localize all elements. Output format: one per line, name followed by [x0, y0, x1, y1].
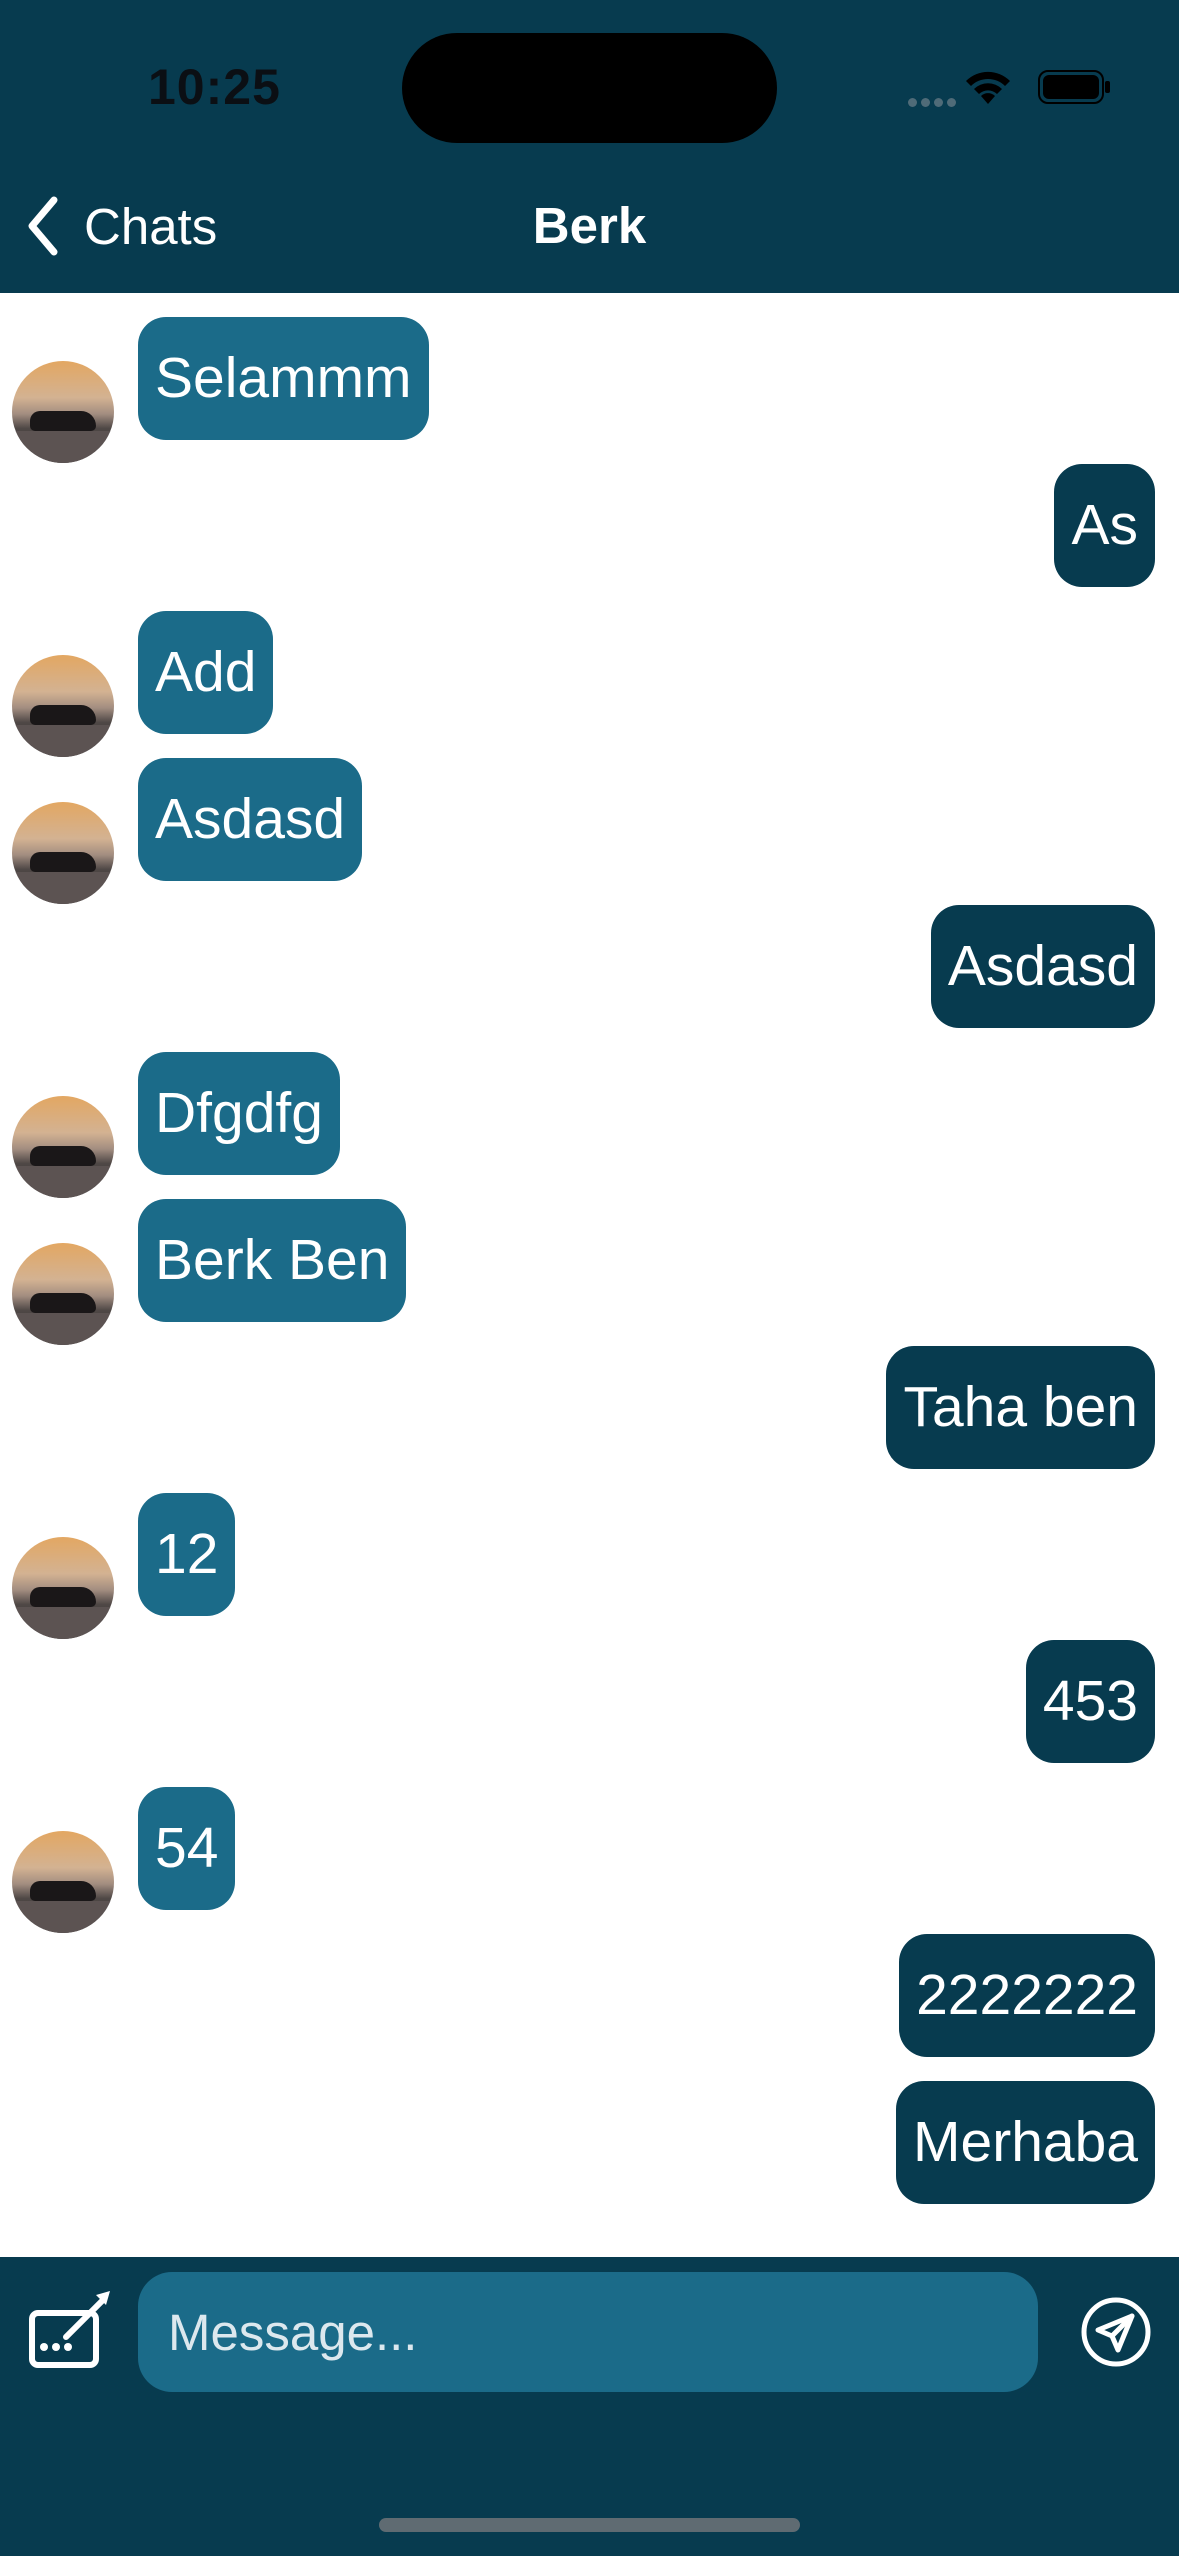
battery-icon — [1038, 70, 1110, 104]
message-row: Asdasd — [0, 881, 1179, 1028]
compose-icon[interactable] — [26, 2289, 114, 2373]
status-icons — [908, 66, 1110, 110]
message-list[interactable]: Selammm As Add Asdasd Asdasd Dfgdfg Berk… — [0, 293, 1179, 2257]
message-row: Selammm — [0, 293, 1179, 463]
send-icon[interactable] — [1080, 2296, 1152, 2368]
incoming-message-bubble[interactable]: Asdasd — [138, 758, 363, 881]
status-time: 10:25 — [148, 59, 281, 115]
message-row: 453 — [0, 1616, 1179, 1763]
incoming-message-bubble[interactable]: Berk Ben — [138, 1199, 407, 1322]
outgoing-message-bubble[interactable]: 2222222 — [899, 1934, 1155, 2057]
message-row: 2222222 — [0, 1910, 1179, 2057]
composer-bar — [0, 2257, 1179, 2556]
message-row: Berk Ben — [0, 1175, 1179, 1345]
incoming-message-bubble[interactable]: Selammm — [138, 317, 429, 440]
dynamic-island — [402, 33, 777, 143]
message-row: Add — [0, 587, 1179, 757]
message-row: 54 — [0, 1763, 1179, 1933]
incoming-message-bubble[interactable]: Add — [138, 611, 274, 734]
incoming-message-bubble[interactable]: 54 — [138, 1787, 236, 1910]
top-bar: 10:25 Chats Berk — [0, 0, 1179, 293]
message-row: As — [0, 440, 1179, 587]
outgoing-message-bubble[interactable]: Taha ben — [886, 1346, 1155, 1469]
message-row: Taha ben — [0, 1322, 1179, 1469]
message-input[interactable] — [138, 2272, 1038, 2392]
message-row: Merhaba — [0, 2057, 1179, 2204]
outgoing-message-bubble[interactable]: As — [1054, 464, 1155, 587]
outgoing-message-bubble[interactable]: Merhaba — [896, 2081, 1155, 2204]
incoming-message-bubble[interactable]: 12 — [138, 1493, 236, 1616]
incoming-message-bubble[interactable]: Dfgdfg — [138, 1052, 340, 1175]
outgoing-message-bubble[interactable]: 453 — [1025, 1640, 1155, 1763]
chat-title: Berk — [532, 197, 647, 254]
outgoing-message-bubble[interactable]: Asdasd — [930, 905, 1155, 1028]
message-row: Dfgdfg — [0, 1028, 1179, 1198]
home-indicator — [379, 2518, 800, 2532]
wifi-icon — [966, 71, 1010, 104]
cellular-signal-icon — [908, 94, 960, 112]
message-row: Asdasd — [0, 734, 1179, 904]
message-row: 12 — [0, 1469, 1179, 1639]
